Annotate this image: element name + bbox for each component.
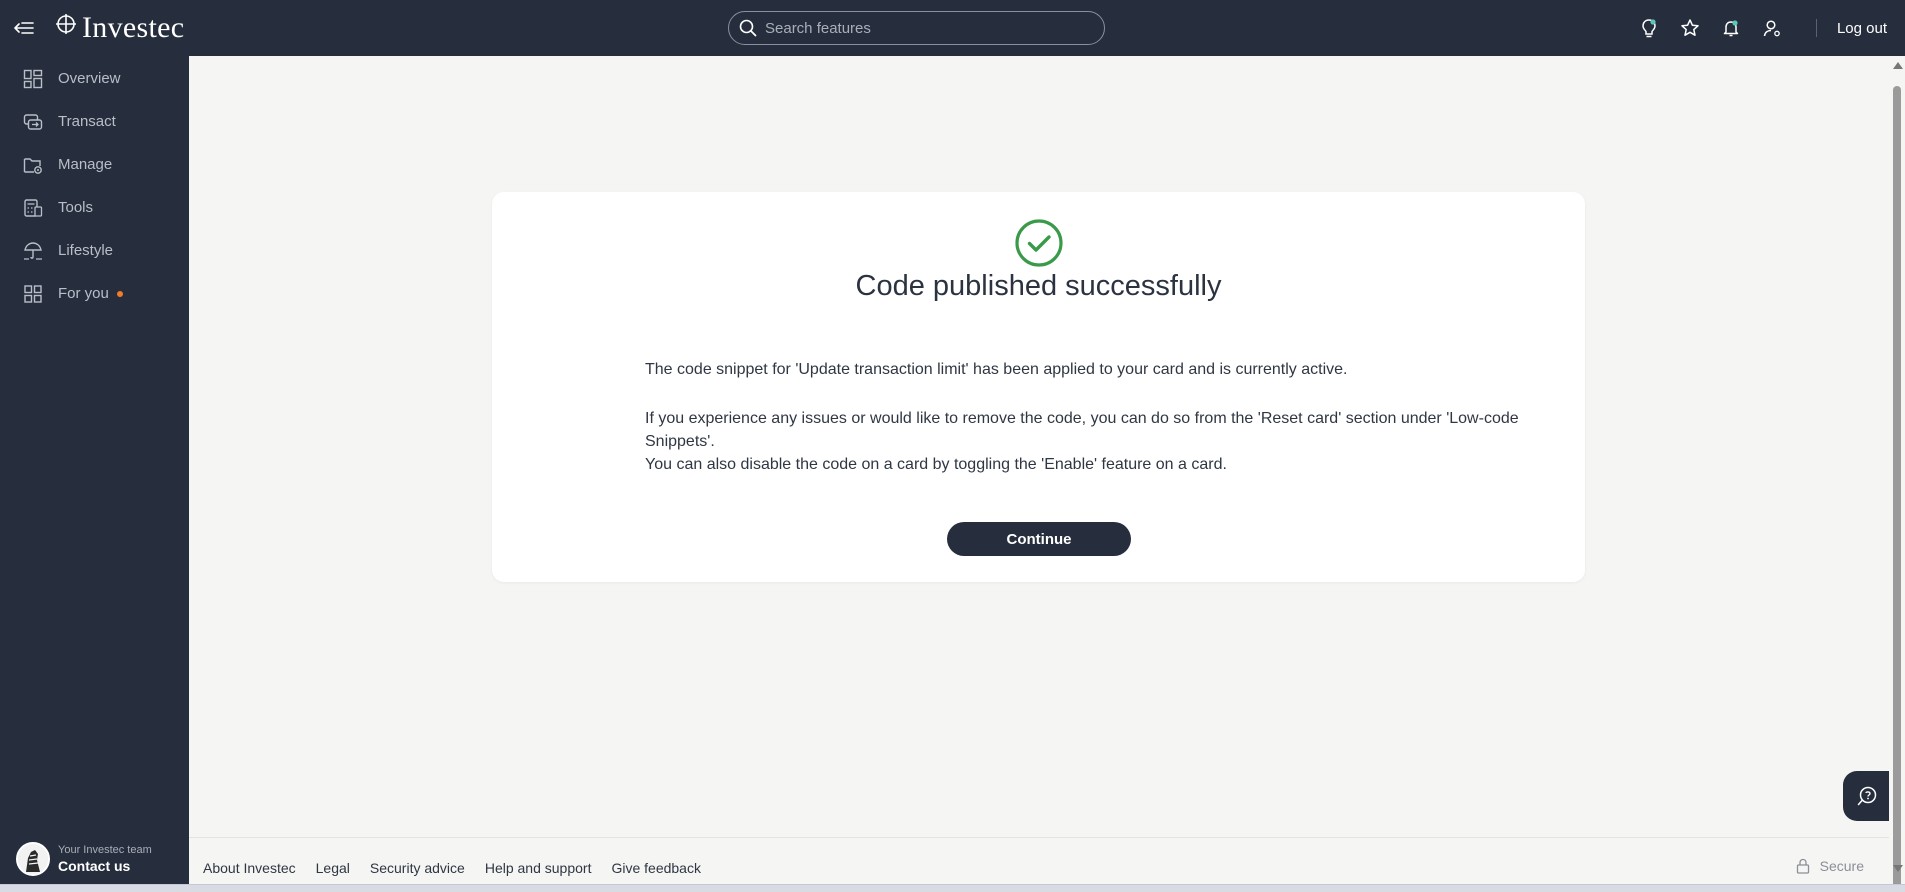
success-card: Code published successfully The code sni…	[492, 192, 1585, 582]
investec-logo[interactable]: Investec	[54, 10, 184, 46]
avatar	[16, 842, 50, 876]
lightbulb-icon[interactable]	[1637, 16, 1661, 40]
star-icon[interactable]	[1678, 16, 1702, 40]
umbrella-icon	[23, 241, 43, 261]
scroll-up-arrow-icon[interactable]	[1893, 62, 1903, 69]
page-scrollbar[interactable]	[1889, 56, 1905, 892]
message-paragraph: If you experience any issues or would li…	[645, 410, 1519, 450]
bell-icon[interactable]	[1719, 16, 1743, 40]
header-divider	[1815, 19, 1817, 37]
contact-subtitle: Your Investec team	[58, 844, 152, 856]
page-title: Code published successfully	[855, 270, 1222, 302]
footer: About Investec Legal Security advice Hel…	[189, 837, 1889, 884]
sidebar-item-label: Tools	[58, 199, 94, 216]
logout-button[interactable]: Log out	[1837, 20, 1887, 37]
sidebar: Overview Transact Manage Tools Lifestyle…	[0, 56, 189, 884]
footer-link-about[interactable]: About Investec	[203, 860, 296, 876]
sidebar-item-label: Transact	[58, 113, 116, 130]
message-paragraph: You can also disable the code on a card …	[645, 456, 1227, 473]
collapse-menu-icon[interactable]	[10, 14, 38, 42]
investec-zebra-icon	[56, 14, 76, 34]
sidebar-item-for-you[interactable]: For you	[0, 272, 189, 315]
user-settings-icon[interactable]	[1760, 16, 1784, 40]
calculator-icon	[23, 198, 43, 218]
secure-indicator: Secure	[1796, 858, 1864, 874]
search-icon	[739, 19, 757, 37]
help-chat-button[interactable]	[1843, 771, 1890, 821]
sidebar-item-tools[interactable]: Tools	[0, 186, 189, 229]
success-check-icon	[1015, 219, 1063, 267]
lock-icon	[1796, 858, 1810, 874]
footer-link-give-feedback[interactable]: Give feedback	[611, 860, 701, 876]
window-bottom-edge	[0, 884, 1905, 892]
footer-link-security-advice[interactable]: Security advice	[370, 860, 465, 876]
sidebar-item-label: For you	[58, 285, 109, 302]
sidebar-item-lifestyle[interactable]: Lifestyle	[0, 229, 189, 272]
message-paragraph: The code snippet for 'Update transaction…	[645, 361, 1348, 378]
sidebar-item-overview[interactable]: Overview	[0, 57, 189, 100]
card-message: The code snippet for 'Update transaction…	[645, 358, 1545, 476]
sidebar-item-label: Manage	[58, 156, 113, 173]
contact-label: Contact us	[58, 858, 131, 874]
sidebar-item-manage[interactable]: Manage	[0, 143, 189, 186]
secure-label: Secure	[1819, 858, 1864, 874]
grid-icon	[23, 69, 43, 89]
scroll-down-arrow-icon[interactable]	[1893, 865, 1903, 872]
search-input[interactable]	[765, 19, 1085, 37]
sidebar-item-label: Overview	[58, 70, 121, 87]
footer-link-help-support[interactable]: Help and support	[485, 860, 592, 876]
top-bar: Investec Log out	[0, 0, 1905, 56]
folder-gear-icon	[23, 155, 43, 175]
sidebar-item-transact[interactable]: Transact	[0, 100, 189, 143]
search-box[interactable]	[728, 11, 1105, 45]
grid-icon	[23, 284, 43, 304]
logo-text: Investec	[82, 11, 185, 44]
transfer-icon	[23, 112, 43, 132]
footer-link-legal[interactable]: Legal	[316, 860, 350, 876]
notification-dot	[116, 290, 123, 297]
contact-us-link[interactable]: Your Investec team Contact us	[16, 842, 152, 876]
continue-button[interactable]: Continue	[947, 522, 1131, 556]
sidebar-item-label: Lifestyle	[58, 242, 114, 259]
scroll-thumb[interactable]	[1893, 86, 1901, 892]
help-chat-icon	[1857, 786, 1876, 806]
